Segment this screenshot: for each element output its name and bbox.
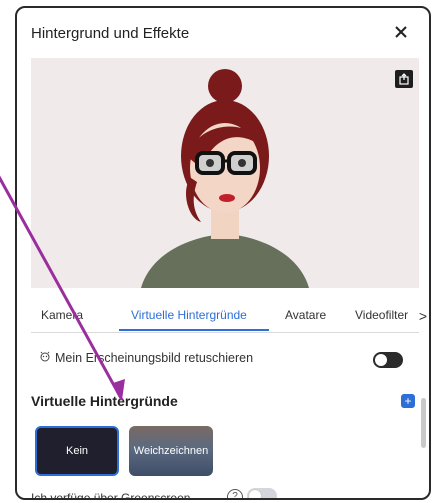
scrollbar[interactable] <box>421 398 426 448</box>
background-option-none[interactable]: Kein <box>35 426 119 476</box>
retouch-toggle[interactable] <box>373 352 403 368</box>
window-title: Hintergrund und Effekte <box>31 25 190 42</box>
background-effects-panel: Hintergrund und Effekte Kamera Virtuelle… <box>15 6 431 500</box>
tab-videofilter[interactable]: Videofilter <box>355 308 408 322</box>
titlebar: Hintergrund und Effekte <box>17 8 429 58</box>
retouch-label-wrap: Mein Erscheinungsbild retuschieren <box>39 350 253 365</box>
tab-kamera[interactable]: Kamera <box>41 308 83 322</box>
help-icon[interactable]: ? <box>227 489 243 498</box>
avatar-illustration <box>141 69 309 288</box>
greenscreen-label: Ich verfüge über Greenscreen <box>31 491 191 500</box>
close-icon[interactable] <box>391 22 411 42</box>
active-tab-indicator <box>119 329 269 331</box>
retouch-label: Mein Erscheinungsbild retuschieren <box>55 350 254 365</box>
retouch-row: Mein Erscheinungsbild retuschieren <box>31 350 419 370</box>
tab-avatare[interactable]: Avatare <box>285 308 326 322</box>
add-background-button[interactable]: + <box>401 394 415 408</box>
section-title: Virtuelle Hintergründe <box>31 393 178 409</box>
share-icon[interactable] <box>395 70 413 88</box>
tabs-more-icon[interactable]: > <box>419 308 427 324</box>
video-preview <box>31 58 419 288</box>
tab-bar: Kamera Virtuelle Hintergründe Avatare Vi… <box>31 298 427 333</box>
background-option-blur[interactable]: Weichzeichnen <box>129 426 213 476</box>
greenscreen-toggle[interactable] <box>247 488 277 498</box>
tab-virtuelle-hintergruende[interactable]: Virtuelle Hintergründe <box>131 308 247 322</box>
toggle-knob <box>249 490 261 498</box>
toggle-knob <box>375 354 387 366</box>
retouch-icon <box>39 350 51 365</box>
